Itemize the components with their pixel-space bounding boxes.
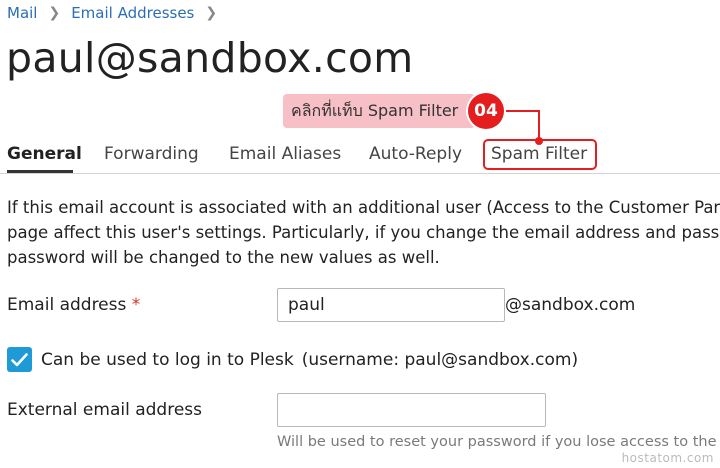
checkmark-icon: [11, 352, 28, 366]
chevron-right-icon: ❯: [48, 5, 61, 21]
step-badge: 04: [468, 93, 504, 129]
description-line: If this email account is associated with…: [7, 198, 720, 217]
page-title: paul@sandbox.com: [6, 34, 414, 82]
login-checkbox-text: Can be used to log in to Plesk: [41, 350, 294, 370]
tab-bar: General Forwarding Email Aliases Auto-Re…: [0, 138, 720, 174]
required-mark: *: [131, 295, 141, 315]
tab-auto-reply[interactable]: Auto-Reply: [369, 144, 462, 164]
email-address-input[interactable]: [277, 288, 505, 322]
tab-email-aliases[interactable]: Email Aliases: [229, 144, 341, 164]
tab-forwarding[interactable]: Forwarding: [104, 144, 199, 164]
breadcrumb-mail-link[interactable]: Mail: [7, 4, 37, 22]
spam-filter-highlight: [483, 139, 597, 170]
watermark: hostatom.com: [621, 451, 714, 465]
description-line: page affect this user's settings. Partic…: [7, 223, 720, 242]
login-checkbox[interactable]: [7, 347, 32, 372]
active-tab-indicator: [7, 170, 73, 173]
breadcrumb: Mail ❯ Email Addresses ❯: [7, 4, 228, 22]
description: If this email account is associated with…: [7, 195, 720, 270]
description-line: password will be changed to the new valu…: [7, 248, 440, 267]
callout-connector: [503, 110, 540, 112]
tab-general[interactable]: General: [7, 144, 82, 164]
email-address-label: Email address *: [7, 295, 140, 315]
external-email-hint: Will be used to reset your password if y…: [277, 434, 720, 450]
username-note: (username: paul@sandbox.com): [301, 350, 579, 370]
domain-suffix: @sandbox.com: [505, 295, 636, 315]
callout-connector: [538, 110, 540, 140]
email-address-label-text: Email address: [7, 295, 127, 315]
external-email-label: External email address: [7, 400, 203, 420]
callout-label: คลิกที่แท็บ Spam Filter: [283, 94, 475, 128]
breadcrumb-email-addresses-link[interactable]: Email Addresses: [71, 4, 194, 22]
login-checkbox-label[interactable]: Can be used to log in to Plesk (username:…: [41, 350, 578, 370]
external-email-input[interactable]: [277, 393, 546, 427]
chevron-right-icon: ❯: [205, 5, 218, 21]
